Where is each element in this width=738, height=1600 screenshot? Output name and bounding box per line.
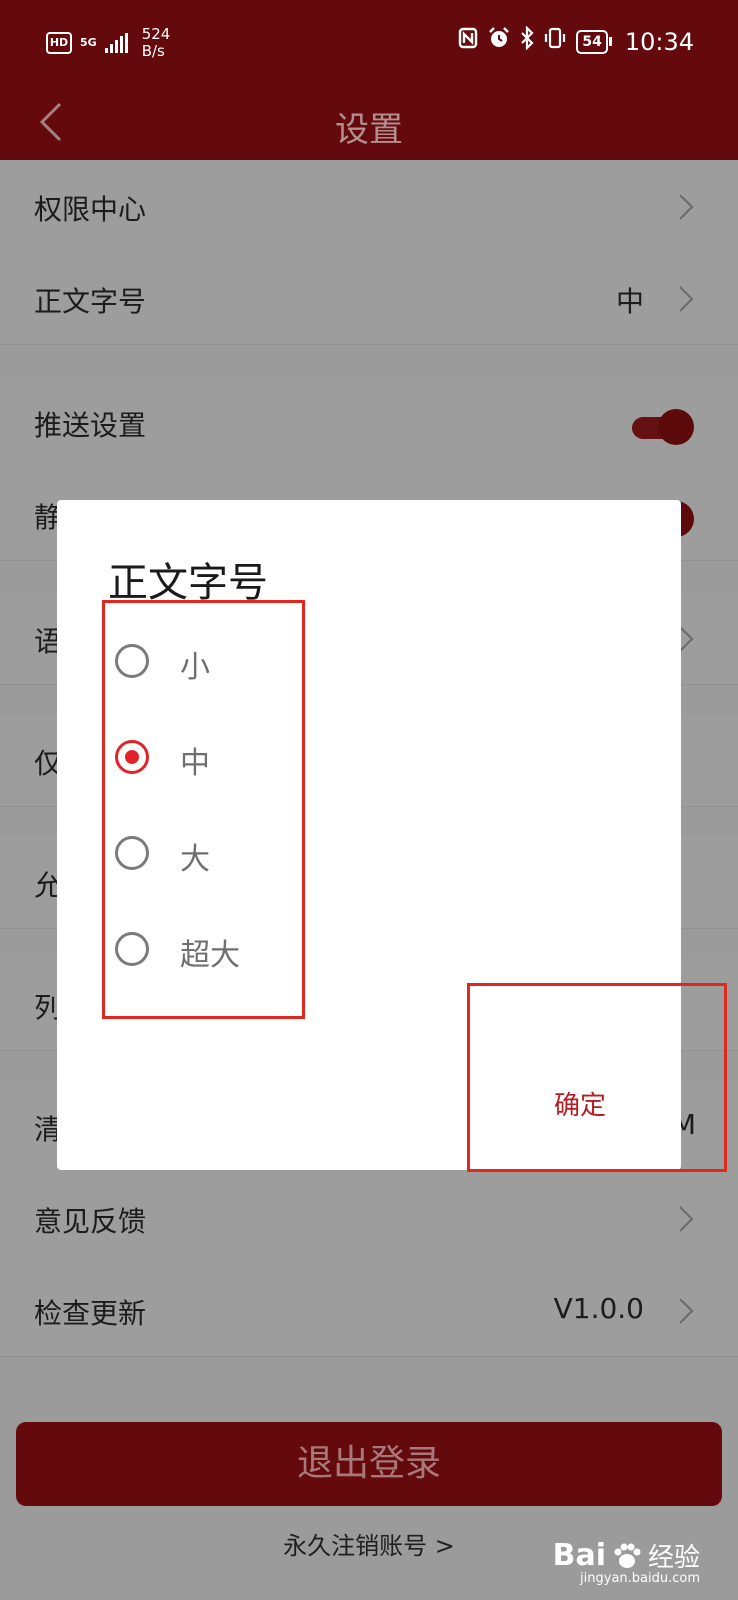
watermark-url: jingyan.baidu.com bbox=[580, 1571, 700, 1586]
annotation-box-confirm bbox=[467, 983, 727, 1172]
battery-icon: 54 bbox=[576, 29, 612, 54]
status-left: HD 5G 524 B/s bbox=[46, 26, 170, 60]
settings-item-font-size[interactable]: 正文字号 中 bbox=[0, 252, 738, 345]
speed-unit: B/s bbox=[141, 42, 165, 60]
hd-badge: HD bbox=[46, 32, 72, 54]
speed-value: 524 bbox=[141, 25, 171, 43]
settings-item-permissions[interactable]: 权限中心 bbox=[0, 160, 738, 253]
settings-item-label: 推送设置 bbox=[34, 409, 147, 442]
settings-item-check-update[interactable]: 检查更新 V1.0.0 bbox=[0, 1264, 738, 1357]
watermark-logo: Bai bbox=[552, 1538, 606, 1573]
page-title: 设置 bbox=[335, 110, 403, 150]
header-bar: 设置 bbox=[0, 86, 738, 160]
clock: 10:34 bbox=[624, 27, 694, 56]
settings-screen: HD 5G 524 B/s 54 10:34 设置 权限中心 正文字号 中 推送… bbox=[0, 0, 738, 1600]
signal-icon bbox=[104, 33, 128, 53]
logout-button[interactable]: 退出登录 bbox=[16, 1422, 722, 1506]
paw-icon bbox=[614, 1543, 641, 1568]
baidu-jingyan-watermark: Bai 经验 jingyan.baidu.com bbox=[552, 1537, 700, 1586]
chevron-right-icon bbox=[679, 1298, 694, 1324]
alarm-icon bbox=[487, 26, 511, 57]
chevron-right-icon bbox=[679, 286, 694, 312]
settings-item-label: 正文字号 bbox=[34, 285, 147, 318]
battery-level: 54 bbox=[576, 29, 608, 54]
settings-item-feedback[interactable]: 意见反馈 bbox=[0, 1172, 738, 1265]
settings-item-value: V1.0.0 bbox=[553, 1292, 644, 1325]
nfc-icon bbox=[458, 27, 478, 56]
settings-item-push: 推送设置 bbox=[0, 376, 738, 469]
settings-item-label: 权限中心 bbox=[34, 193, 147, 226]
network-speed: 524 B/s bbox=[142, 26, 171, 60]
watermark-text: 经验 bbox=[647, 1543, 700, 1573]
chevron-right-icon bbox=[679, 1206, 694, 1232]
bluetooth-icon bbox=[520, 25, 534, 57]
network-type: 5G bbox=[80, 36, 97, 49]
status-right: 54 10:34 bbox=[458, 25, 694, 57]
settings-item-label: 意见反馈 bbox=[34, 1205, 147, 1238]
chevron-right-icon bbox=[679, 194, 694, 220]
vibrate-icon bbox=[543, 26, 567, 57]
status-bar: HD 5G 524 B/s 54 10:34 bbox=[0, 0, 738, 86]
settings-item-value: 中 bbox=[615, 285, 644, 318]
annotation-box-options bbox=[102, 600, 305, 1019]
settings-item-label: 检查更新 bbox=[34, 1297, 147, 1330]
push-toggle[interactable] bbox=[630, 409, 694, 445]
